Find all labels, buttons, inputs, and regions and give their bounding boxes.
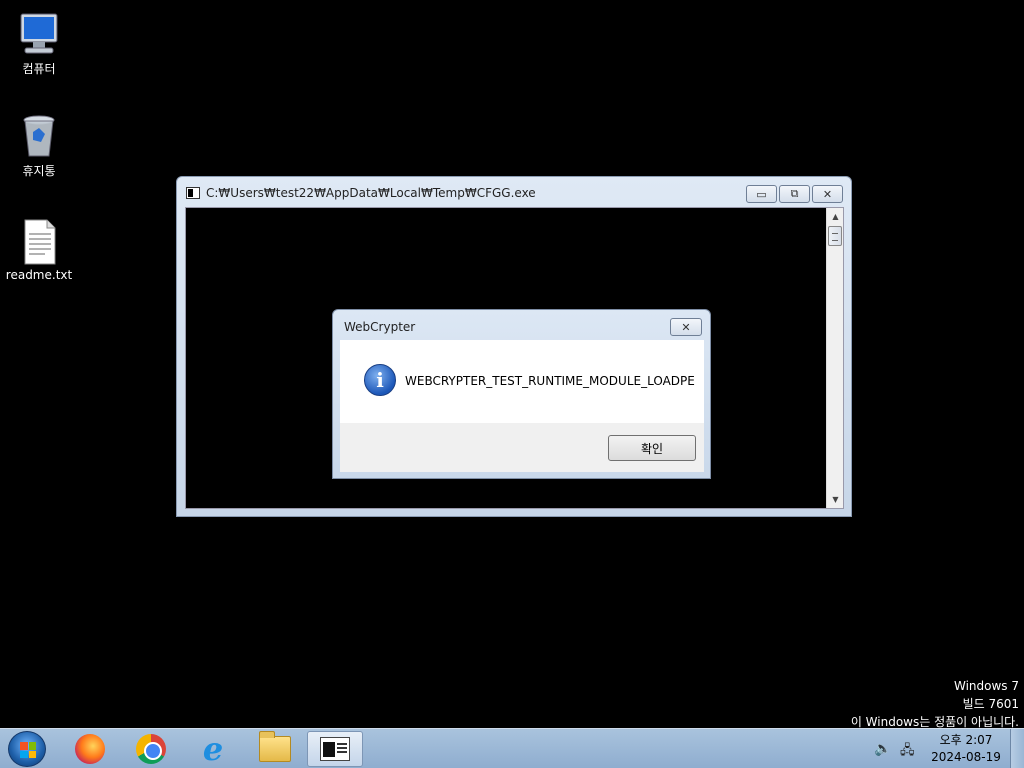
- console-icon: [320, 737, 350, 761]
- start-button[interactable]: [8, 731, 46, 767]
- file-explorer-icon: [259, 731, 291, 762]
- vertical-scrollbar[interactable]: ▲ ▼: [826, 208, 843, 508]
- show-desktop-button[interactable]: [1010, 729, 1024, 768]
- console-window-icon: [186, 187, 200, 199]
- desktop-icon-label: readme.txt: [5, 268, 73, 282]
- dialog-close-button[interactable]: ✕: [670, 318, 702, 336]
- taskbar-internet-explorer[interactable]: e: [185, 730, 241, 768]
- console-title: C:₩Users₩test22₩AppData₩Local₩Temp₩CFGG.…: [206, 186, 536, 200]
- dialog-title: WebCrypter: [344, 320, 416, 334]
- dialog-content: i WEBCRYPTER_TEST_RUNTIME_MODULE_LOADPE: [340, 340, 704, 423]
- watermark-os: Windows 7: [953, 679, 1019, 693]
- desktop-icon-label: 컴퓨터: [22, 62, 56, 76]
- system-tray: 🔈 🖧 오후 2:07 2024-08-19: [864, 729, 1024, 768]
- desktop-icon-recycle-bin[interactable]: 휴지통: [1, 112, 77, 179]
- windows-logo-icon: [20, 742, 36, 758]
- taskbar-firefox[interactable]: [62, 731, 118, 767]
- recycle-bin-icon: [15, 112, 63, 160]
- info-icon: i: [364, 364, 396, 396]
- desktop-icon-computer[interactable]: 컴퓨터: [1, 10, 77, 77]
- ok-button[interactable]: 확인: [608, 435, 696, 461]
- taskbar-chrome[interactable]: [123, 731, 179, 767]
- scroll-thumb[interactable]: [828, 226, 842, 246]
- scroll-up-arrow-icon[interactable]: ▲: [827, 208, 844, 225]
- maximize-button[interactable]: ⧉: [779, 185, 810, 203]
- taskbar-file-explorer[interactable]: [247, 731, 303, 767]
- clock-time: 오후 2:07: [939, 733, 993, 747]
- volume-icon[interactable]: 🔈: [874, 741, 891, 757]
- scroll-down-arrow-icon[interactable]: ▼: [827, 491, 844, 508]
- dialog-footer: 확인: [340, 423, 704, 472]
- minimize-button[interactable]: ▭: [746, 185, 777, 203]
- message-box-dialog[interactable]: WebCrypter ✕ i WEBCRYPTER_TEST_RUNTIME_M…: [332, 309, 711, 479]
- network-icon[interactable]: 🖧: [900, 741, 915, 763]
- clock-date: 2024-08-19: [931, 750, 1001, 764]
- firefox-icon: [75, 734, 105, 764]
- desktop-icon-label: 휴지통: [22, 164, 56, 178]
- watermark-build: 빌드 7601: [962, 697, 1019, 711]
- taskbar: e 🔈 🖧 오후 2:07 2024-08-19: [0, 728, 1024, 768]
- taskbar-console[interactable]: [307, 731, 363, 767]
- dialog-message: WEBCRYPTER_TEST_RUNTIME_MODULE_LOADPE: [405, 374, 695, 388]
- close-button[interactable]: ✕: [812, 185, 843, 203]
- computer-icon: [15, 10, 63, 58]
- internet-explorer-icon: e: [202, 730, 224, 768]
- clock[interactable]: 오후 2:07 2024-08-19: [926, 732, 1006, 766]
- windows-watermark: Windows 7 빌드 7601 이 Windows는 정품이 아닙니다.: [851, 677, 1019, 731]
- text-file-icon: [15, 218, 63, 266]
- console-titlebar[interactable]: C:₩Users₩test22₩AppData₩Local₩Temp₩CFGG.…: [177, 177, 851, 207]
- desktop-icon-readme[interactable]: readme.txt: [1, 218, 77, 282]
- chrome-icon: [136, 734, 166, 764]
